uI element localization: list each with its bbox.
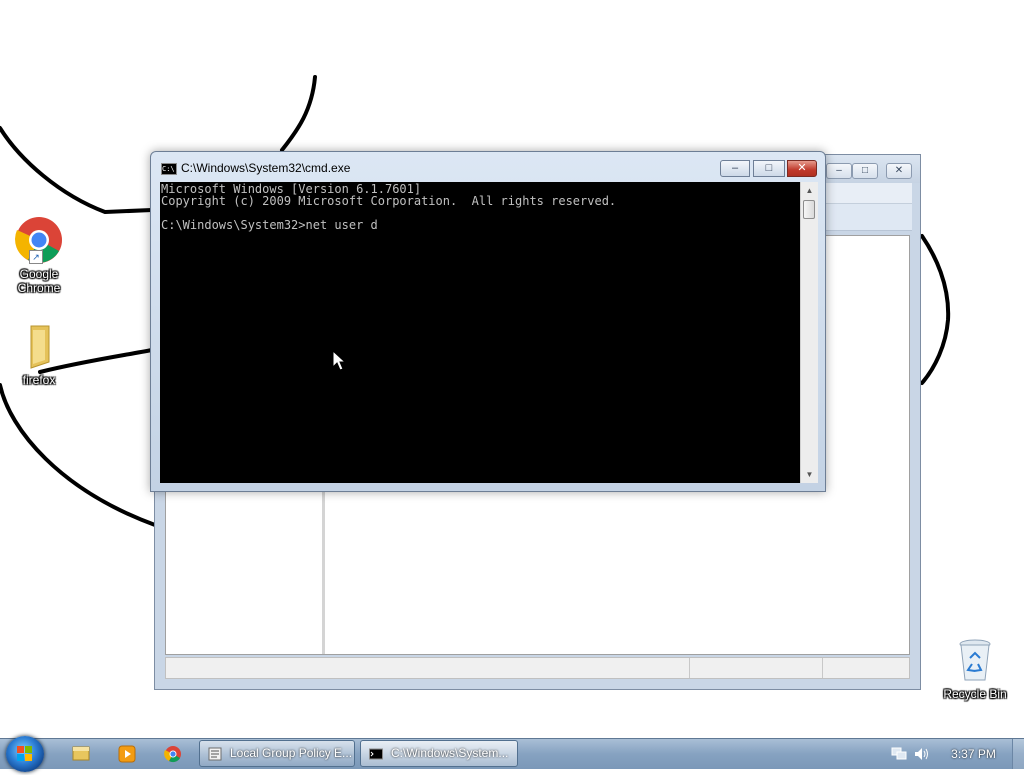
gpe-status-bar — [165, 657, 910, 679]
cmd-window[interactable]: C:\ C:\Windows\System32\cmd.exe – □ ✕ Mi… — [150, 151, 826, 492]
windows-logo-icon — [17, 746, 32, 761]
shortcut-arrow-icon: ↗ — [29, 250, 43, 264]
folder-icon — [15, 322, 63, 370]
mouse-pointer-icon — [332, 350, 346, 371]
desktop-icon-label: Google Chrome — [17, 267, 61, 295]
gpe-maximize-button[interactable]: □ — [852, 163, 878, 179]
console-command-line: C:\Windows\System32>net user d — [161, 218, 378, 232]
taskbar-button-cmd[interactable]: C:\Windows\System... — [360, 740, 518, 767]
group-policy-icon — [208, 747, 222, 761]
cmd-icon — [369, 748, 383, 760]
pinned-explorer[interactable] — [62, 742, 100, 766]
console-line: Copyright (c) 2009 Microsoft Corporation… — [161, 194, 617, 208]
taskbar-button-group-policy[interactable]: Local Group Policy E... — [199, 740, 355, 767]
scroll-down-arrow-icon[interactable]: ▼ — [801, 466, 818, 483]
minimize-button[interactable]: – — [720, 160, 750, 177]
pinned-media-player[interactable] — [108, 742, 146, 766]
windows-explorer-icon — [72, 746, 90, 761]
clock[interactable]: 3:37 PM — [946, 739, 1001, 769]
wallpaper-stroke — [920, 234, 951, 385]
desktop-icon-firefox-folder[interactable]: firefox — [1, 322, 77, 387]
media-player-icon — [118, 745, 136, 763]
status-bar-separator — [822, 658, 823, 678]
window-title: C:\Windows\System32\cmd.exe — [181, 161, 351, 175]
pinned-chrome[interactable] — [154, 742, 192, 766]
taskbar-button-label: C:\Windows\System... — [391, 746, 509, 760]
scroll-thumb[interactable] — [803, 200, 815, 219]
desktop-icon-chrome[interactable]: ↗ Google Chrome — [1, 216, 77, 295]
taskbar: Local Group Policy E... C:\Windows\Syste… — [0, 736, 1024, 772]
cmd-titlebar[interactable]: C:\ C:\Windows\System32\cmd.exe – □ ✕ — [151, 152, 825, 182]
desktop-icon-label: firefox — [22, 373, 56, 387]
wallpaper-stroke — [280, 75, 317, 152]
chrome-icon — [164, 746, 181, 763]
network-icon[interactable] — [891, 747, 907, 761]
status-bar-separator — [689, 658, 690, 678]
wallpaper-stroke — [0, 126, 154, 214]
console-output[interactable]: Microsoft Windows [Version 6.1.7601] Cop… — [160, 182, 800, 483]
desktop-icon-label: Recycle Bin — [943, 687, 1007, 701]
maximize-button[interactable]: □ — [753, 160, 785, 177]
taskbar-button-label: Local Group Policy E... — [230, 746, 353, 760]
start-button[interactable] — [6, 736, 44, 772]
recycle-bin-icon — [951, 636, 999, 684]
volume-icon[interactable] — [914, 747, 930, 761]
vertical-scrollbar[interactable]: ▲ ▼ — [800, 182, 818, 483]
chrome-icon: ↗ — [15, 216, 63, 264]
close-button[interactable]: ✕ — [787, 160, 817, 177]
cmd-icon: C:\ — [161, 163, 177, 175]
show-desktop-button[interactable] — [1012, 739, 1024, 769]
gpe-minimize-button[interactable]: – — [826, 163, 852, 179]
wallpaper-stroke — [0, 383, 157, 527]
gpe-close-button[interactable]: ✕ — [886, 163, 912, 179]
desktop-icon-recycle-bin[interactable]: Recycle Bin — [937, 636, 1013, 701]
scroll-up-arrow-icon[interactable]: ▲ — [801, 182, 818, 199]
